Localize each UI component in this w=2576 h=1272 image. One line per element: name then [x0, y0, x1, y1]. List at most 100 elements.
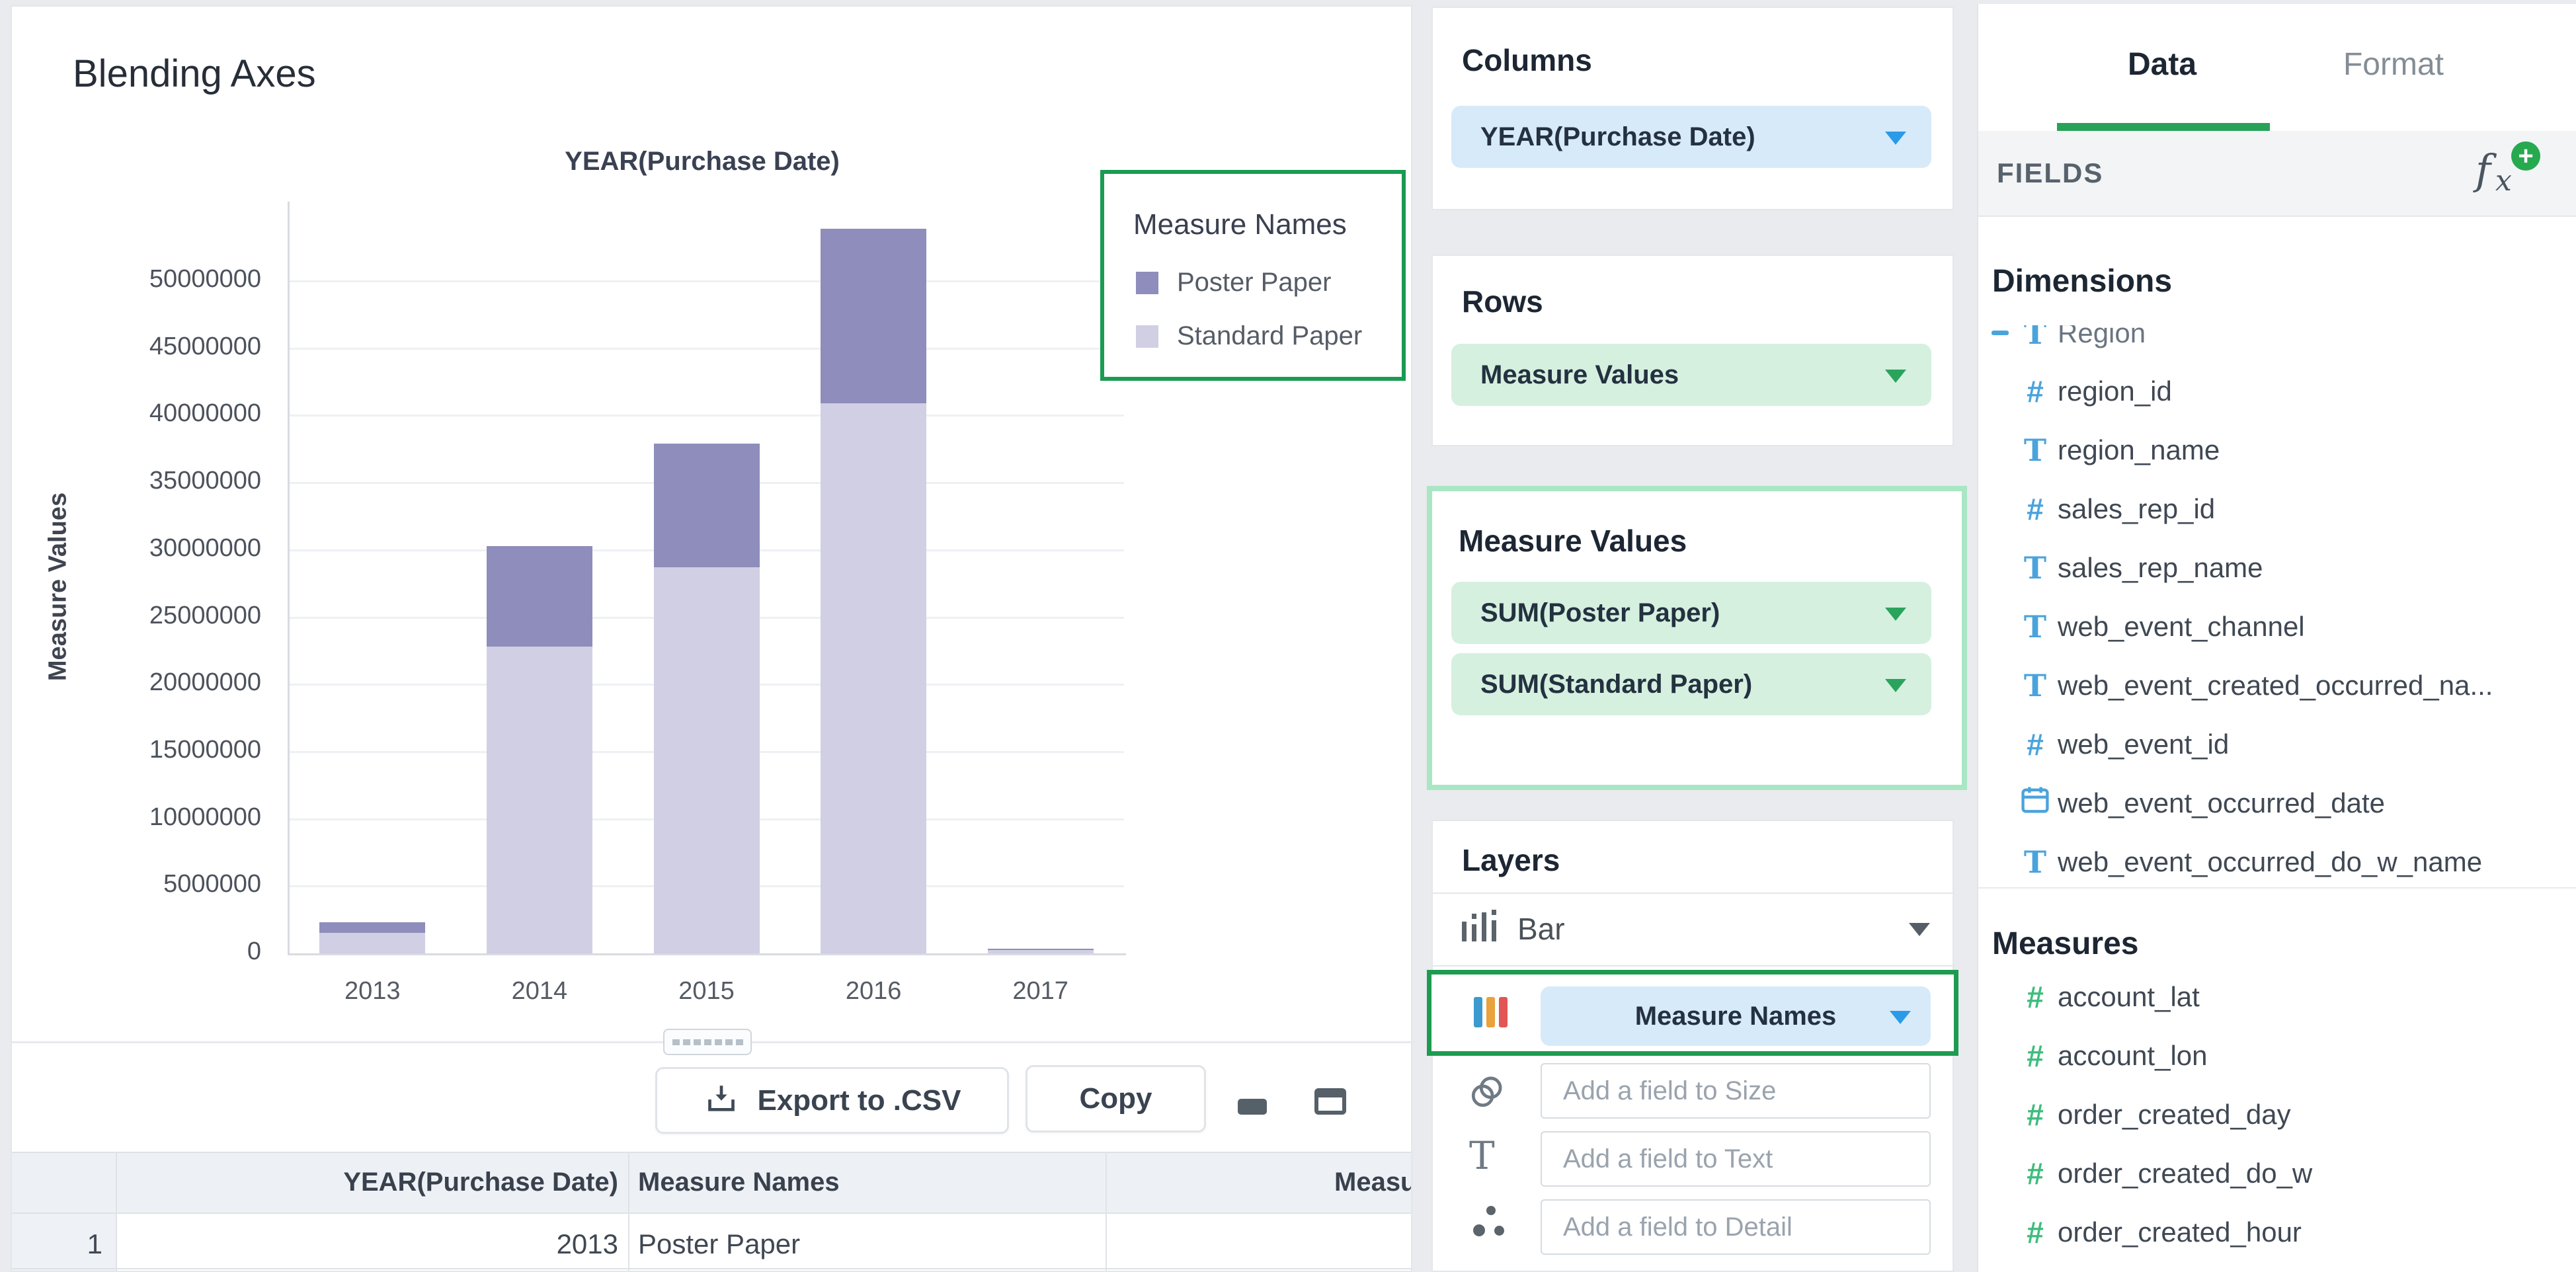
bar-chart-icon — [1461, 904, 1507, 951]
text-field-input[interactable]: Add a field to Text — [1541, 1131, 1931, 1187]
bar-segment-standard-paper-2016[interactable] — [821, 403, 926, 953]
field-label: order_created_do_w — [2058, 1158, 2312, 1189]
columns-title: Columns — [1462, 42, 1592, 78]
x-tick-label: 2016 — [794, 977, 953, 1006]
x-axis-line — [288, 953, 1126, 955]
columns-pill-year-purchase-date[interactable]: YEAR(Purchase Date) — [1451, 106, 1931, 168]
field-item-account_lat[interactable]: #account_lat — [1977, 968, 2576, 1026]
table-col-divider — [1106, 1152, 1107, 1271]
bar-segment-poster-paper-2013[interactable] — [319, 922, 425, 933]
cell-year: 2013 — [397, 1228, 618, 1260]
bar-segment-poster-paper-2014[interactable] — [487, 546, 592, 647]
y-tick-label: 45000000 — [89, 333, 261, 361]
y-tick-label: 0 — [89, 937, 261, 966]
bar-segment-poster-paper-2016[interactable] — [821, 229, 926, 403]
x-tick-label: 2014 — [460, 977, 619, 1006]
legend-annotation-box: Measure Names Poster Paper Standard Paper — [1100, 170, 1406, 381]
sum-poster-paper-label: SUM(Poster Paper) — [1451, 598, 1720, 628]
y-tick-label: 50000000 — [89, 265, 261, 294]
legend-title: Measure Names — [1133, 208, 1347, 241]
columns-pill-label: YEAR(Purchase Date) — [1451, 122, 1755, 152]
field-label: order_created_day — [2058, 1099, 2291, 1131]
measure-values-title: Measure Values — [1459, 523, 1687, 559]
number-field-icon: # — [2015, 979, 2055, 1015]
x-tick-label: 2013 — [293, 977, 452, 1006]
legend-item[interactable]: Poster Paper — [1136, 268, 1362, 298]
download-icon — [703, 1080, 740, 1121]
chevron-down-icon[interactable] — [1909, 923, 1930, 936]
text-t-icon: T — [1469, 1133, 1495, 1178]
gridline — [289, 348, 1124, 350]
text-placeholder: Add a field to Text — [1542, 1144, 1773, 1174]
y-tick-label: 25000000 — [89, 602, 261, 630]
measure-values-pill-sum-standard-paper[interactable]: SUM(Standard Paper) — [1451, 653, 1931, 715]
app-window: Blending Axes YEAR(Purchase Date) Measur… — [0, 0, 2576, 1272]
field-item-account_lon[interactable]: #account_lon — [1977, 1027, 2576, 1085]
copy-button[interactable]: Copy — [1026, 1065, 1206, 1133]
measure-values-pill-sum-poster-paper[interactable]: SUM(Poster Paper) — [1451, 582, 1931, 644]
field-label: account_lat — [2058, 981, 2200, 1013]
measures-list: #account_lat#account_lon#order_created_d… — [1977, 0, 2576, 1272]
legend-label: Poster Paper — [1177, 268, 1331, 298]
export-csv-button[interactable]: Export to .CSV — [655, 1067, 1009, 1134]
number-field-icon: # — [2015, 1097, 2055, 1133]
chevron-down-icon[interactable] — [1890, 1011, 1911, 1024]
legend-items: Poster Paper Standard Paper — [1136, 268, 1362, 375]
table-col-divider — [116, 1152, 117, 1271]
chevron-down-icon[interactable] — [1885, 370, 1906, 383]
bar-segment-standard-paper-2014[interactable] — [487, 647, 592, 953]
layers-title: Layers — [1462, 842, 1560, 878]
field-label: account_lon — [2058, 1040, 2208, 1072]
field-item-order_created_do_w[interactable]: #order_created_do_w — [1977, 1144, 2576, 1203]
cell-measure-name: Poster Paper — [638, 1228, 800, 1260]
bar-segment-poster-paper-2017[interactable] — [988, 949, 1094, 950]
x-tick-label: 2015 — [627, 977, 786, 1006]
y-tick-label: 35000000 — [89, 467, 261, 495]
detail-placeholder: Add a field to Detail — [1542, 1212, 1792, 1242]
y-tick-label: 40000000 — [89, 399, 261, 428]
y-axis-line — [288, 202, 290, 955]
sum-standard-paper-label: SUM(Standard Paper) — [1451, 670, 1752, 699]
detail-field-input[interactable]: Add a field to Detail — [1541, 1199, 1931, 1255]
number-field-icon: # — [2015, 1038, 2055, 1074]
chevron-down-icon[interactable] — [1885, 608, 1906, 621]
legend-swatch — [1136, 325, 1158, 348]
table-header-measure-values: Measure Values — [1334, 1168, 1411, 1197]
legend-item[interactable]: Standard Paper — [1136, 321, 1362, 351]
table-row-border — [12, 1268, 1411, 1269]
field-item-order_created_hour[interactable]: #order_created_hour — [1977, 1203, 2576, 1261]
chevron-down-icon[interactable] — [1885, 132, 1906, 145]
number-field-icon: # — [2015, 1214, 2055, 1250]
y-tick-label: 10000000 — [89, 803, 261, 832]
gridline — [289, 415, 1124, 417]
export-csv-label: Export to .CSV — [757, 1084, 961, 1117]
bar-segment-standard-paper-2015[interactable] — [654, 567, 760, 953]
y-tick-label: 5000000 — [89, 870, 261, 898]
legend-label: Standard Paper — [1177, 321, 1362, 351]
window-icon[interactable] — [1314, 1088, 1346, 1115]
field-item-partial: # — [1977, 1266, 2576, 1272]
y-tick-label: 15000000 — [89, 736, 261, 764]
circles-icon — [1465, 1071, 1508, 1117]
row-number: 1 — [36, 1228, 102, 1260]
bar-segment-standard-paper-2013[interactable] — [319, 933, 425, 953]
x-tick-label: 2017 — [961, 977, 1120, 1006]
bar-segment-poster-paper-2015[interactable] — [654, 444, 760, 567]
copy-label: Copy — [1080, 1082, 1152, 1115]
color-pill-measure-names[interactable]: Measure Names — [1541, 986, 1931, 1046]
color-bars-icon — [1474, 997, 1508, 1027]
chevron-down-icon[interactable] — [1885, 679, 1906, 692]
y-tick-label: 30000000 — [89, 534, 261, 563]
number-field-icon: # — [2015, 1156, 2055, 1191]
field-item-order_created_day[interactable]: #order_created_day — [1977, 1086, 2576, 1144]
field-label: order_created_hour — [2058, 1216, 2302, 1248]
size-field-input[interactable]: Add a field to Size — [1541, 1063, 1931, 1119]
table-header-year: YEAR(Purchase Date) — [264, 1168, 618, 1197]
rows-pill-measure-values[interactable]: Measure Values — [1451, 344, 1931, 406]
legend-swatch — [1136, 272, 1158, 294]
layers-divider — [1433, 965, 1952, 967]
dots-icon — [1469, 1205, 1511, 1247]
drag-handle[interactable] — [663, 1029, 752, 1055]
layer-row-bar[interactable]: Bar — [1433, 893, 1952, 964]
collapse-panel-icon[interactable] — [1238, 1099, 1267, 1115]
